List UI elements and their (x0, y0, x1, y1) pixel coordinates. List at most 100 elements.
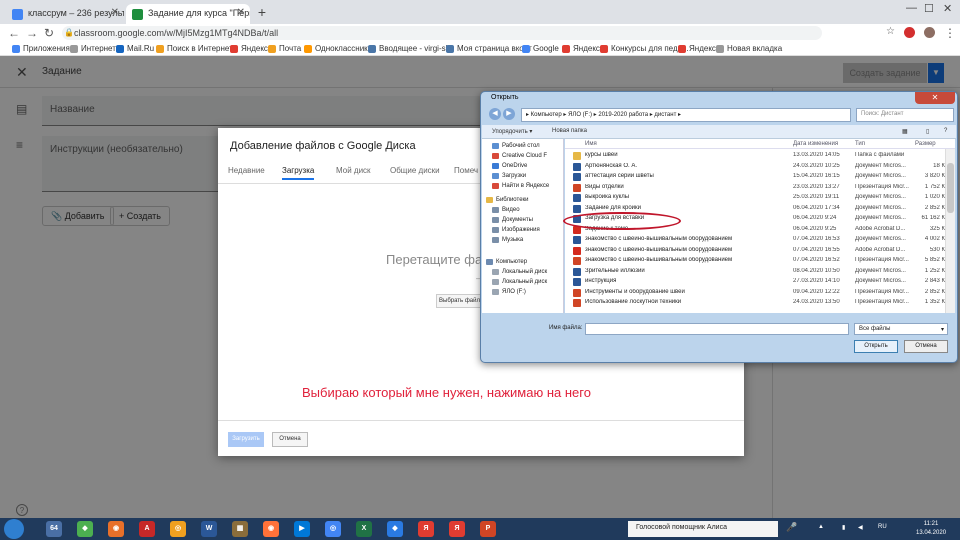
nav-item[interactable]: Библиотеки (486, 197, 529, 203)
taskbar-app-icon[interactable]: ▶ (294, 521, 310, 537)
nav-item[interactable]: Найти в Яндексе (491, 183, 549, 189)
taskbar-app-icon[interactable]: ▦ (232, 521, 248, 537)
file-row[interactable]: Использование лоскутной техники 24.03.202… (565, 298, 945, 308)
file-row[interactable]: выкройка куклы 25.03.2020 19:11 Документ M… (565, 193, 945, 203)
avatar[interactable] (924, 27, 935, 38)
column-name[interactable]: Имя (585, 141, 597, 147)
nav-item[interactable]: Документы (492, 217, 533, 223)
taskbar-app-icon[interactable]: ◉ (108, 521, 124, 537)
upload-button[interactable]: Загрузить (228, 432, 264, 447)
reload-icon[interactable]: ↻ (44, 26, 54, 40)
taskbar-app-icon[interactable]: W (201, 521, 217, 537)
adblock-icon[interactable] (904, 27, 915, 38)
bookmark-item[interactable]: Конкурсы для педаг.. (600, 44, 688, 53)
menu-icon[interactable]: ⋮ (944, 26, 956, 40)
maximize-icon[interactable]: ☐ (924, 2, 934, 15)
taskbar-app-icon[interactable]: ◎ (325, 521, 341, 537)
back-icon[interactable]: ◀ (489, 108, 501, 120)
taskbar-app-icon[interactable]: A (139, 521, 155, 537)
column-size[interactable]: Размер (915, 141, 936, 147)
language-indicator[interactable]: RU (878, 524, 887, 530)
tab-upload[interactable]: Загрузка (282, 166, 315, 180)
close-icon[interactable]: ✕ (915, 92, 955, 104)
nav-item[interactable]: Изображения (492, 227, 540, 233)
taskbar-app-icon[interactable]: Я (449, 521, 465, 537)
organize-button[interactable]: Упорядочить ▾ (492, 128, 532, 135)
taskbar-app-icon[interactable]: ◉ (263, 521, 279, 537)
tab-shared-drives[interactable]: Общие диски (390, 166, 440, 175)
nav-item[interactable]: Музыка (491, 237, 523, 243)
minimize-icon[interactable]: — (906, 2, 917, 14)
file-row[interactable]: знакомство с швейно-вышивальным оборудов… (565, 256, 945, 266)
bookmark-item[interactable]: Моя страница вконт (446, 44, 532, 53)
file-row[interactable]: инструкция 27.03.2020 14:10 Документ Micro… (565, 277, 945, 287)
url-field[interactable]: 🔒 classroom.google.com/w/MjI5Mzg1MTg4NDB… (62, 26, 822, 40)
tray-icons[interactable]: ▲ (818, 524, 824, 530)
alice-assistant-field[interactable]: Голосовой помощник Алиса (628, 521, 778, 537)
taskbar-app-icon[interactable]: P (480, 521, 496, 537)
windows-start-icon[interactable] (4, 519, 24, 539)
bookmark-item[interactable]: Вводящее - virgi-sb.. (368, 44, 455, 53)
browser-tab-classroom[interactable]: Задание для курса "Первые вш ✕ (126, 4, 250, 24)
nav-item[interactable]: Видео (492, 207, 520, 213)
taskbar-app-icon[interactable]: X (356, 521, 372, 537)
search-input[interactable]: Поиск: Дистант (856, 108, 954, 122)
help-icon[interactable]: ? (944, 128, 947, 134)
microphone-icon[interactable]: 🎤 (786, 522, 797, 533)
cancel-button[interactable]: Отмена (904, 340, 948, 353)
file-row[interactable]: Инструменты и оборудование швеи 09.04.202… (565, 288, 945, 298)
forward-icon[interactable]: → (26, 26, 38, 40)
nav-item[interactable]: ЯЛО (F:) (492, 289, 526, 295)
bookmark-item[interactable]: Google (522, 44, 559, 53)
open-button[interactable]: Открыть (854, 340, 898, 353)
filename-input[interactable] (585, 323, 849, 335)
column-date[interactable]: Дата изменения (793, 141, 838, 147)
clock[interactable]: 11:21 13.04.2020 (916, 520, 946, 538)
close-icon[interactable]: ✕ (111, 7, 119, 18)
back-icon[interactable]: ← (8, 26, 20, 40)
bookmark-item[interactable]: Яндекс (562, 44, 600, 53)
nav-item[interactable]: Локальный диск (491, 279, 547, 285)
bookmark-item[interactable]: Новая вкладка (716, 44, 782, 53)
file-type-filter[interactable]: Все файлы ▾ (854, 323, 948, 335)
scrollbar[interactable] (945, 149, 955, 313)
taskbar-app-icon[interactable]: ◆ (387, 521, 403, 537)
scrollbar-thumb[interactable] (947, 163, 954, 213)
new-folder-button[interactable]: Новая папка (552, 128, 587, 134)
taskbar-app-icon[interactable]: ◆ (77, 521, 93, 537)
nav-item[interactable]: Рабочий стол (492, 143, 540, 149)
tab-starred[interactable]: Помеч (454, 166, 478, 175)
cancel-button[interactable]: Отмена (272, 432, 308, 447)
taskbar-app-icon[interactable]: ◎ (170, 521, 186, 537)
file-row[interactable]: Артюнянская О. А. 24.03.2020 10:25 Докумен… (565, 162, 945, 172)
file-row[interactable]: Зрительные иллюзии 08.04.2020 10:50 Докуме… (565, 267, 945, 277)
preview-pane-icon[interactable]: ▯ (926, 128, 929, 135)
nav-item[interactable]: OneDrive (491, 163, 527, 169)
network-icon[interactable]: ▮ (842, 524, 845, 531)
volume-icon[interactable]: ◀ (858, 524, 863, 531)
view-icon[interactable]: ▦ (902, 128, 908, 135)
close-icon[interactable]: ✕ (237, 7, 245, 18)
file-row[interactable]: знакомство с швейно-вышивальным оборудов… (565, 235, 945, 245)
bookmark-item[interactable]: Яндекс (678, 44, 716, 53)
bookmark-item[interactable]: Одноклассники (304, 44, 372, 53)
nav-item[interactable]: Локальный диск (491, 269, 547, 275)
bookmark-item[interactable]: Mail.Ru (116, 44, 154, 53)
nav-item[interactable]: Компьютер (485, 259, 527, 265)
star-icon[interactable]: ☆ (886, 26, 895, 37)
file-row[interactable]: знакомство с швейно-вышивальным оборудов… (565, 246, 945, 256)
bookmark-item[interactable]: Поиск в Интернете (156, 44, 237, 53)
taskbar-app-icon[interactable]: Я (418, 521, 434, 537)
bookmark-item[interactable]: Почта (268, 44, 301, 53)
forward-icon[interactable]: ▶ (503, 108, 515, 120)
new-tab-button[interactable]: + (254, 5, 270, 21)
bookmark-apps[interactable]: Приложения (12, 44, 70, 53)
taskbar-app-icon[interactable]: 64 (46, 521, 62, 537)
select-files-button[interactable]: Выбрать файлы на (436, 294, 486, 308)
nav-item[interactable]: Creative Cloud F (491, 153, 547, 159)
tab-recent[interactable]: Недавние (228, 166, 265, 175)
file-row[interactable]: курсы швеи 13.03.2020 14:05 Папка с файлам… (565, 151, 945, 161)
bookmark-item[interactable]: Яндекс (230, 44, 268, 53)
column-type[interactable]: Тип (855, 141, 865, 147)
file-row[interactable]: аттестация серии шветы 15.04.2020 16:15 До… (565, 172, 945, 182)
